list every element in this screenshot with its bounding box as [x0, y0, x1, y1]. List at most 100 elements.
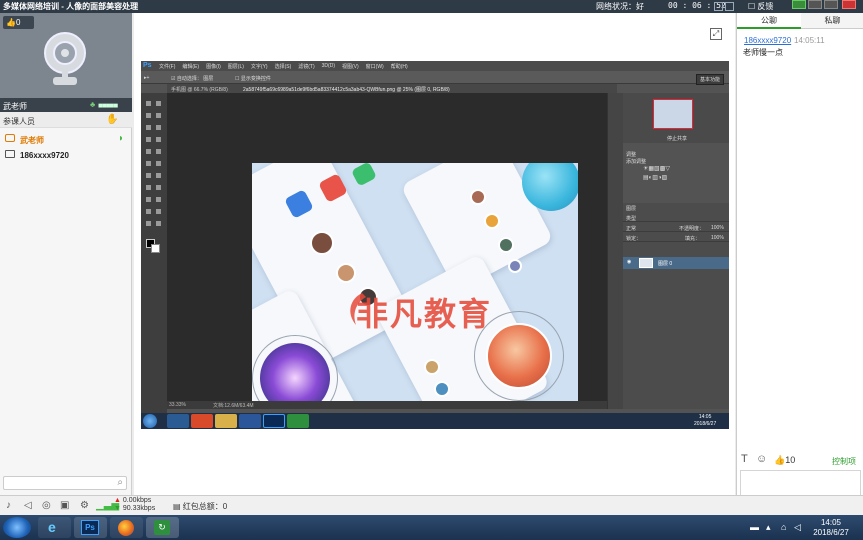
- transform-controls-checkbox[interactable]: ☐ 显示变换控件: [235, 75, 271, 82]
- minimize-button[interactable]: [808, 0, 822, 9]
- adjustment-icons[interactable]: ☀▦▧▩▽: [643, 165, 670, 172]
- maximize-icon[interactable]: [725, 2, 734, 11]
- ps-menu-item[interactable]: 文字(Y): [251, 63, 268, 70]
- layer-kind-select[interactable]: 类型: [626, 215, 636, 222]
- inner-word-icon[interactable]: [239, 414, 261, 428]
- text-format-icon[interactable]: T: [741, 453, 748, 465]
- chat-message-user[interactable]: 186xxxx9720: [744, 36, 791, 45]
- ie-taskbar-icon[interactable]: e: [38, 517, 71, 538]
- photoshop-taskbar-icon[interactable]: Ps: [74, 517, 107, 538]
- tool-icon[interactable]: [156, 101, 161, 106]
- participant-search-input[interactable]: ⌕: [3, 476, 127, 490]
- navigator-thumbnail[interactable]: [653, 99, 693, 129]
- tab-private-chat[interactable]: 私聊: [801, 13, 863, 29]
- background-color-swatch[interactable]: [151, 244, 160, 253]
- tool-icon[interactable]: [156, 125, 161, 130]
- raise-hand-icon[interactable]: ✋: [106, 114, 118, 125]
- ps-canvas-area[interactable]: 非凡教育: [167, 93, 607, 408]
- layer-item-selected[interactable]: ◉ 图层 0: [623, 257, 729, 269]
- start-button[interactable]: [3, 517, 31, 538]
- visibility-eye-icon[interactable]: ◉: [627, 259, 631, 265]
- record-icon[interactable]: ▣: [60, 500, 69, 511]
- tool-icon[interactable]: [156, 209, 161, 214]
- inner-start-icon[interactable]: [143, 414, 157, 428]
- tool-icon[interactable]: [156, 161, 161, 166]
- tool-icon[interactable]: [146, 149, 151, 154]
- red-packet-total[interactable]: ▤ 红包总额：0: [173, 501, 227, 512]
- layout-toggle-button[interactable]: [792, 0, 806, 9]
- network-tray-icon[interactable]: ⌂: [781, 522, 786, 532]
- tool-icon[interactable]: [156, 221, 161, 226]
- layer-filter-row[interactable]: 类型: [623, 213, 729, 222]
- feedback-button[interactable]: ☐ 反馈: [748, 1, 773, 12]
- ps-menu-item[interactable]: 图层(L): [228, 63, 244, 70]
- ps-menu-item[interactable]: 文件(F): [159, 63, 175, 70]
- layer-dropdown[interactable]: 图层: [203, 76, 213, 82]
- lock-row[interactable]: 锁定： 填充： 100%: [623, 233, 729, 242]
- tray-arrow-icon[interactable]: ▴: [766, 522, 771, 533]
- adjustment-icons-row2[interactable]: ▤◐▥◑▨: [643, 174, 667, 181]
- tool-icon[interactable]: [146, 173, 151, 178]
- member-item-teacher[interactable]: 武老师 ◗: [0, 131, 132, 147]
- inner-folder-icon[interactable]: [215, 414, 237, 428]
- system-clock[interactable]: 14:05 2018/6/27: [805, 518, 857, 538]
- like-button[interactable]: 👍10: [774, 455, 795, 466]
- ps-menu-item[interactable]: 3D(D): [322, 63, 335, 70]
- emoji-icon[interactable]: ☺: [756, 453, 767, 465]
- settings-gear-icon[interactable]: ⚙: [80, 500, 89, 511]
- restore-button[interactable]: [824, 0, 838, 9]
- tool-icon[interactable]: [156, 149, 161, 154]
- member-item-student[interactable]: 186xxxx9720: [0, 147, 132, 163]
- tool-icon[interactable]: [146, 221, 151, 226]
- search-icon[interactable]: ⌕: [117, 477, 123, 488]
- inner-chrome-icon[interactable]: [191, 414, 213, 428]
- ps-menu-item[interactable]: 图像(I): [206, 63, 221, 70]
- stop-sharing-button[interactable]: 停止共享: [667, 135, 687, 142]
- workspace-select[interactable]: 基本功能: [695, 74, 724, 85]
- ps-menu-item[interactable]: 编辑(E): [182, 63, 199, 70]
- tool-icon[interactable]: [156, 185, 161, 190]
- tool-icon[interactable]: [146, 185, 151, 190]
- tool-icon[interactable]: [146, 101, 151, 106]
- ps-doc-tab[interactable]: 手机图 @ 66.7% (RGB/8): [171, 86, 228, 93]
- speaker-icon[interactable]: ◁: [24, 500, 32, 511]
- tool-icon[interactable]: [156, 173, 161, 178]
- ps-doc-tab-active[interactable]: 2a58749f5a69c6989a51de9f6bd5a83374412c5a…: [243, 86, 450, 93]
- ps-menu-item[interactable]: 选择(S): [275, 63, 292, 70]
- ps-menu-item[interactable]: 视图(V): [342, 63, 359, 70]
- volume-tray-icon[interactable]: ◁: [794, 522, 801, 533]
- tool-icon[interactable]: [146, 197, 151, 202]
- tool-icon[interactable]: [146, 125, 151, 130]
- like-button[interactable]: 👍0: [3, 16, 34, 29]
- tool-icon[interactable]: [146, 209, 151, 214]
- keyboard-icon[interactable]: ▬: [750, 522, 759, 532]
- move-tool-icon[interactable]: ▸+: [144, 75, 149, 81]
- ps-menu-item[interactable]: 帮助(H): [391, 63, 408, 70]
- inner-photoshop-icon[interactable]: [263, 414, 285, 428]
- microphone-icon[interactable]: ♪: [6, 500, 11, 511]
- camera-icon[interactable]: ◎: [42, 500, 51, 511]
- tool-icon[interactable]: [146, 113, 151, 118]
- blend-mode-row[interactable]: 正常 不透明度： 100%: [623, 223, 729, 232]
- avatar: [424, 359, 440, 375]
- tool-icon[interactable]: [156, 197, 161, 202]
- inner-ie-icon[interactable]: [167, 414, 189, 428]
- ps-menu-item[interactable]: 窗口(W): [366, 63, 384, 70]
- fill-value[interactable]: 100%: [711, 235, 724, 241]
- close-button[interactable]: [842, 0, 856, 9]
- auto-select-checkbox[interactable]: ☑ 自动选择： 图层: [171, 75, 213, 82]
- tool-icon[interactable]: [146, 137, 151, 142]
- opacity-value[interactable]: 100%: [711, 225, 724, 231]
- blend-mode-select[interactable]: 正常: [626, 225, 636, 232]
- tool-icon[interactable]: [156, 113, 161, 118]
- control-options-link[interactable]: 控制项: [832, 456, 856, 467]
- inner-meeting-icon[interactable]: [287, 414, 309, 428]
- meeting-taskbar-icon[interactable]: ↻: [146, 517, 179, 538]
- tab-public-chat[interactable]: 公聊: [737, 13, 801, 29]
- fullscreen-icon[interactable]: ⤢: [710, 28, 722, 40]
- minimize-icon[interactable]: [714, 2, 723, 11]
- tool-icon[interactable]: [156, 137, 161, 142]
- ps-menu-item[interactable]: 滤镜(T): [298, 63, 314, 70]
- tool-icon[interactable]: [146, 161, 151, 166]
- firefox-taskbar-icon[interactable]: [110, 517, 143, 538]
